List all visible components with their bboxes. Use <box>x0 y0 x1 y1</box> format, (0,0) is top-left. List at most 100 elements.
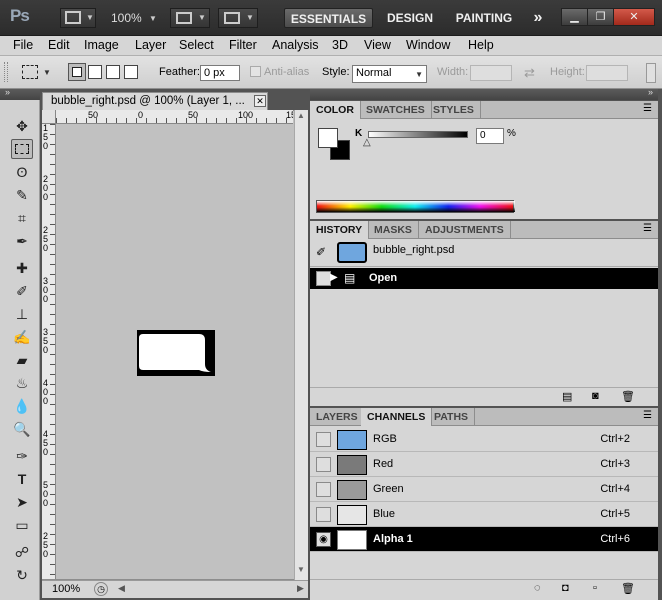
menu-select[interactable]: Select <box>179 38 214 52</box>
arrange-documents-button[interactable]: ▼ <box>170 8 210 28</box>
tab-history[interactable]: HISTORY <box>310 221 370 239</box>
tab-adjustments[interactable]: ADJUSTMENTS <box>419 221 511 239</box>
scroll-left-icon[interactable]: ◀ <box>118 583 125 594</box>
blur-tool-icon[interactable]: 💧 <box>11 396 33 416</box>
3d-rotate-tool-icon[interactable]: ☍ <box>11 542 33 562</box>
visibility-toggle[interactable] <box>316 507 331 522</box>
paint-bucket-tool-icon[interactable]: ♨ <box>11 373 33 393</box>
trash-icon[interactable]: 🗑 <box>621 390 635 403</box>
intersect-selection-icon[interactable] <box>124 65 138 79</box>
restore-button[interactable]: ❐ <box>587 8 614 26</box>
close-button[interactable]: ✕ <box>613 8 655 26</box>
tab-layers[interactable]: LAYERS <box>310 408 365 426</box>
refine-edge-button[interactable] <box>646 63 656 83</box>
vertical-ruler[interactable]: 150200250300350400450500250 <box>42 124 56 579</box>
clone-stamp-tool-icon[interactable]: ⊥ <box>11 304 33 324</box>
panel-dock-strip[interactable]: » <box>310 87 658 100</box>
k-value-input[interactable]: 0 <box>476 128 504 144</box>
dodge-tool-icon[interactable]: 🔍 <box>11 419 33 439</box>
visibility-toggle[interactable] <box>316 432 331 447</box>
scroll-down-icon[interactable]: ▼ <box>297 565 305 574</box>
screen-mode-button[interactable]: ▼ <box>218 8 258 28</box>
eyedropper-tool-icon[interactable]: ✒ <box>11 231 33 251</box>
zoom-level[interactable]: 100% <box>111 11 142 25</box>
bubble-image[interactable] <box>137 330 215 376</box>
channel-row-green[interactable]: Green Ctrl+4 <box>310 477 658 502</box>
new-snapshot-icon[interactable]: ◙ <box>592 390 599 402</box>
vertical-scrollbar[interactable]: ▲ ▼ <box>294 110 308 580</box>
launch-bridge-button[interactable]: ▼ <box>60 8 96 28</box>
visibility-toggle[interactable] <box>316 482 331 497</box>
more-workspaces-icon[interactable]: » <box>526 8 550 28</box>
menu-3d[interactable]: 3D <box>332 38 348 52</box>
type-tool-icon[interactable]: T <box>11 469 33 489</box>
healing-brush-tool-icon[interactable]: ✚ <box>11 258 33 278</box>
crop-tool-icon[interactable]: ⌗ <box>11 208 33 228</box>
trash-icon[interactable]: 🗑 <box>621 582 635 595</box>
menu-analysis[interactable]: Analysis <box>272 38 319 52</box>
channel-row-rgb[interactable]: RGB Ctrl+2 <box>310 427 658 452</box>
swap-icon[interactable]: ⇄ <box>524 65 535 81</box>
channel-row-alpha-1[interactable]: ◉ Alpha 1 Ctrl+6 <box>310 527 658 552</box>
close-document-icon[interactable]: ✕ <box>254 95 266 107</box>
channel-row-red[interactable]: Red Ctrl+3 <box>310 452 658 477</box>
pen-tool-icon[interactable]: ✑ <box>11 446 33 466</box>
tab-channels[interactable]: CHANNELS <box>361 408 433 426</box>
history-brush-tool-icon[interactable]: ✍ <box>11 327 33 347</box>
expand-icon[interactable]: » <box>5 87 10 97</box>
subtract-from-selection-icon[interactable] <box>106 65 120 79</box>
workspace-essentials[interactable]: ESSENTIALS <box>284 8 373 28</box>
eraser-tool-icon[interactable]: ▰ <box>11 350 33 370</box>
foreground-color-swatch[interactable] <box>318 128 338 148</box>
channel-row-blue[interactable]: Blue Ctrl+5 <box>310 502 658 527</box>
shape-tool-icon[interactable]: ▭ <box>11 515 33 535</box>
horizontal-ruler[interactable]: 50 0 50 100 15 <box>56 110 293 124</box>
chevron-down-icon[interactable]: ▼ <box>149 14 157 23</box>
menu-layer[interactable]: Layer <box>135 38 166 52</box>
k-slider-track[interactable] <box>368 131 468 138</box>
quick-selection-tool-icon[interactable]: ✎ <box>11 185 33 205</box>
3d-orbit-tool-icon[interactable]: ↻ <box>11 565 33 585</box>
collapse-icon[interactable]: » <box>648 87 653 97</box>
history-state-open[interactable]: ▶ ▤ Open <box>310 268 658 289</box>
anti-alias-checkbox[interactable] <box>250 66 261 77</box>
style-select[interactable]: Normal ▼ <box>352 65 427 83</box>
add-to-selection-icon[interactable] <box>88 65 102 79</box>
menu-edit[interactable]: Edit <box>48 38 70 52</box>
menu-view[interactable]: View <box>364 38 391 52</box>
toolbox-strip[interactable]: » <box>0 87 40 100</box>
minimize-button[interactable]: ▁ <box>561 8 588 26</box>
color-ramp[interactable] <box>316 200 515 213</box>
history-brush-icon[interactable]: ✐ <box>316 245 326 259</box>
status-zoom[interactable]: 100% <box>52 583 80 595</box>
panel-menu-icon[interactable]: ☰ <box>643 223 652 234</box>
width-input[interactable] <box>470 65 512 81</box>
tab-masks[interactable]: MASKS <box>368 221 419 239</box>
path-selection-tool-icon[interactable]: ➤ <box>11 492 33 512</box>
new-selection-icon[interactable] <box>68 63 86 81</box>
workspace-design[interactable]: DESIGN <box>380 8 440 28</box>
move-tool-icon[interactable]: ✥ <box>11 116 33 136</box>
new-channel-icon[interactable]: ▫ <box>593 582 597 594</box>
tab-swatches[interactable]: SWATCHES <box>360 101 432 119</box>
menu-window[interactable]: Window <box>406 38 450 52</box>
workspace-painting[interactable]: PAINTING <box>449 8 519 28</box>
ruler-origin[interactable] <box>42 110 56 124</box>
tab-styles[interactable]: STYLES <box>427 101 481 119</box>
menu-image[interactable]: Image <box>84 38 119 52</box>
visibility-toggle[interactable] <box>316 457 331 472</box>
grip-handle[interactable] <box>4 62 8 82</box>
panel-menu-icon[interactable]: ☰ <box>643 103 652 114</box>
menu-filter[interactable]: Filter <box>229 38 257 52</box>
tab-paths[interactable]: PATHS <box>428 408 476 426</box>
history-source-box[interactable] <box>316 271 331 286</box>
slider-handle-icon[interactable]: △ <box>363 137 371 148</box>
marquee-tool-icon[interactable] <box>11 139 33 159</box>
status-info-icon[interactable]: ◷ <box>94 582 108 596</box>
scroll-up-icon[interactable]: ▲ <box>297 111 305 120</box>
lasso-tool-icon[interactable]: ʘ <box>11 162 33 182</box>
menu-help[interactable]: Help <box>468 38 494 52</box>
save-selection-as-channel-icon[interactable]: ◘ <box>562 582 569 594</box>
load-channel-as-selection-icon[interactable]: ◌ <box>534 582 541 594</box>
height-input[interactable] <box>586 65 628 81</box>
